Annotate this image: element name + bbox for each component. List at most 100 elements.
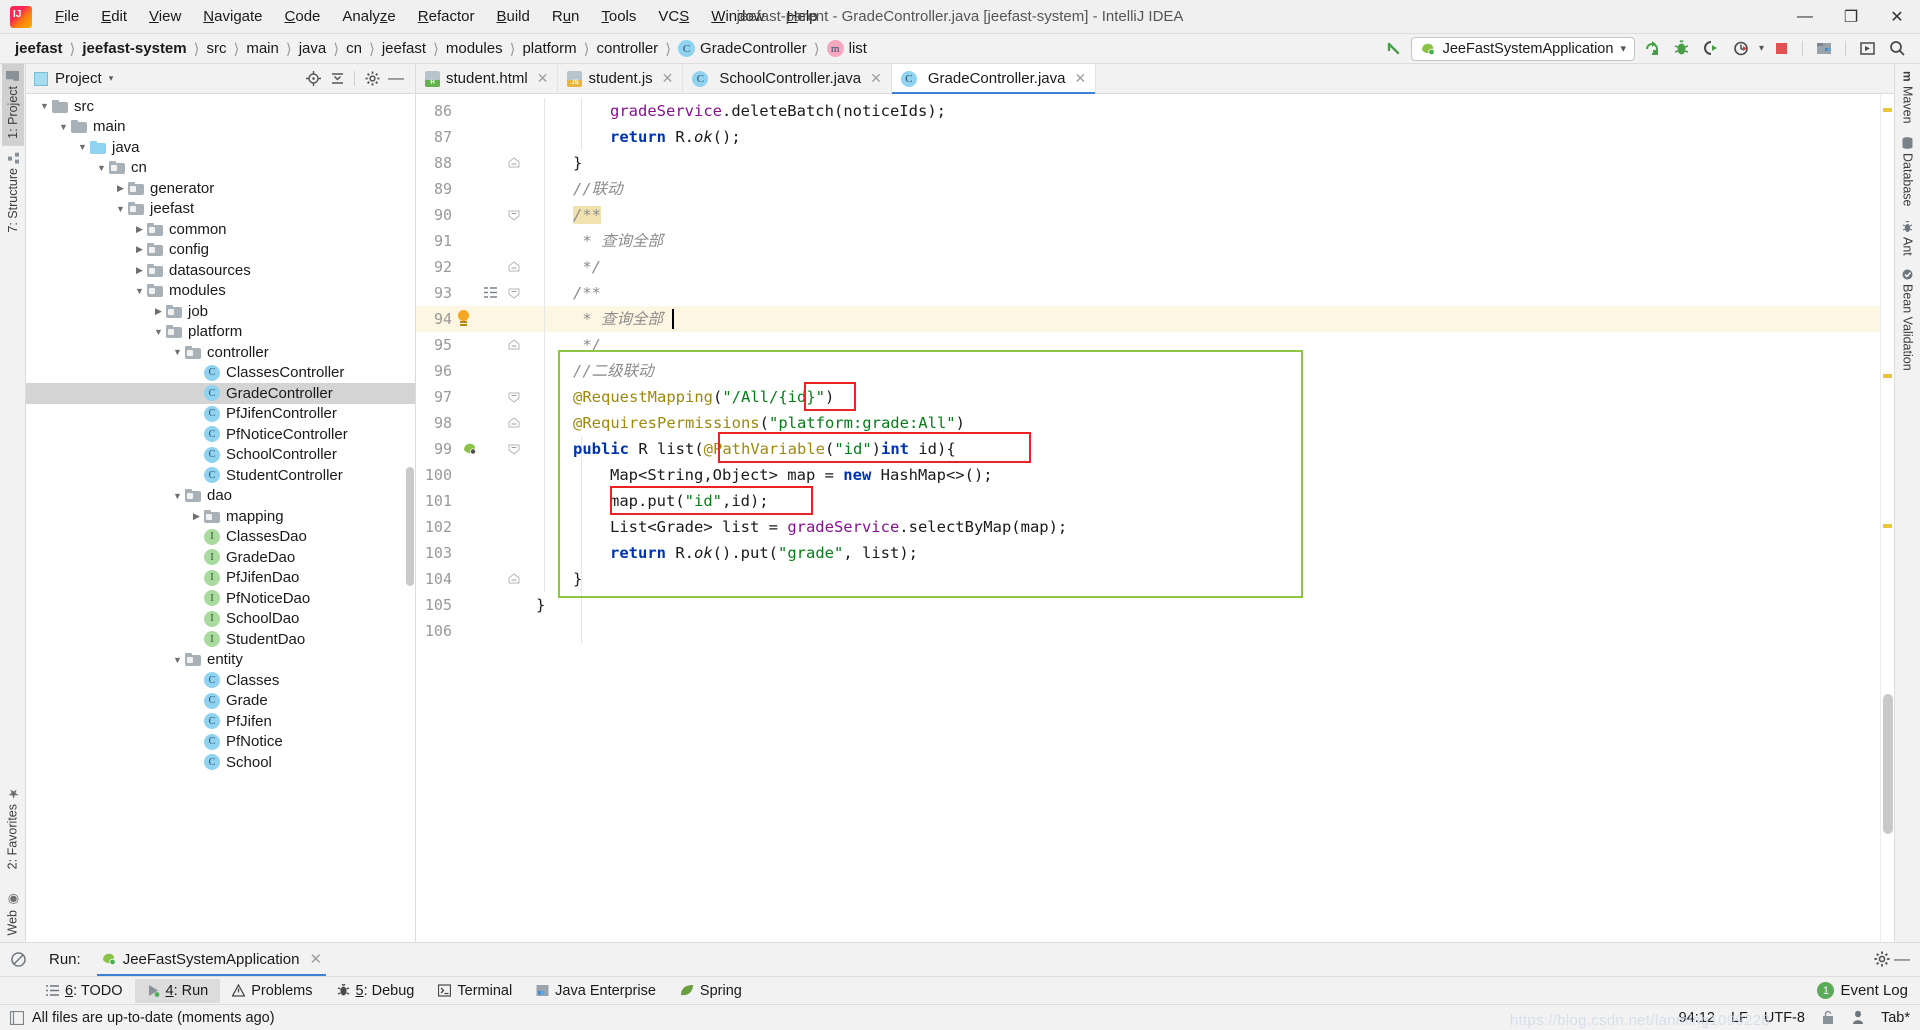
sidebar-item-web[interactable]: Web ◉ bbox=[1, 877, 24, 942]
tab-student-html[interactable]: H student.html ✕ bbox=[416, 64, 558, 93]
tree-item-classesdao[interactable]: IClassesDao bbox=[26, 527, 415, 548]
run-configuration-selector[interactable]: JeeFastSystemApplication ▾ bbox=[1411, 37, 1635, 61]
sidebar-item-structure[interactable]: 7: Structure bbox=[2, 146, 24, 240]
code-line-101[interactable]: map.put("id",id); bbox=[610, 488, 769, 514]
tree-item-studentdao[interactable]: IStudentDao bbox=[26, 629, 415, 650]
breadcrumb-item-jeefast[interactable]: jeefast bbox=[12, 40, 66, 57]
tree-item-schoolcontroller[interactable]: CSchoolController bbox=[26, 445, 415, 466]
code-editor[interactable]: 8687888990919293949596979899100101102103… bbox=[416, 94, 1894, 942]
menu-window[interactable]: Window bbox=[700, 4, 775, 29]
bottom-tab-spring[interactable]: Spring bbox=[668, 979, 754, 1003]
tree-item-datasources[interactable]: ▶datasources bbox=[26, 260, 415, 281]
sidebar-item-favorites[interactable]: 2: Favorites ★ bbox=[1, 778, 24, 876]
bottom-tab-problems[interactable]: Problems bbox=[220, 979, 324, 1003]
tree-item-src[interactable]: ▼src bbox=[26, 96, 415, 117]
code-line-93[interactable]: /** bbox=[573, 280, 601, 306]
locate-icon[interactable] bbox=[302, 68, 324, 90]
bottom-tab-debug[interactable]: 5: Debug bbox=[325, 979, 427, 1003]
stop-icon[interactable] bbox=[1768, 37, 1794, 61]
tab-schoolcontroller-java[interactable]: C SchoolController.java ✕ bbox=[683, 64, 891, 93]
tree-item-cn[interactable]: ▼cn bbox=[26, 158, 415, 179]
fold-end-icon[interactable] bbox=[508, 261, 520, 273]
tree-item-pfjifendao[interactable]: IPfJifenDao bbox=[26, 568, 415, 589]
chevron-down-icon[interactable]: ▼ bbox=[132, 286, 147, 296]
chevron-right-icon[interactable]: ▶ bbox=[132, 244, 147, 255]
menu-navigate[interactable]: Navigate bbox=[192, 4, 273, 29]
menu-tools[interactable]: Tools bbox=[590, 4, 647, 29]
close-icon[interactable]: ✕ bbox=[537, 70, 549, 87]
back-arrow-icon[interactable] bbox=[1381, 37, 1407, 61]
chevron-down-icon[interactable]: ▼ bbox=[56, 122, 71, 132]
chevron-down-icon[interactable]: ▼ bbox=[37, 101, 52, 111]
editor-code-column[interactable]: gradeService.deleteBatch(noticeIds);retu… bbox=[526, 94, 1880, 942]
chevron-right-icon[interactable]: ▶ bbox=[132, 224, 147, 235]
project-structure-icon[interactable] bbox=[1811, 37, 1837, 61]
chevron-right-icon[interactable]: ▶ bbox=[113, 183, 128, 194]
run-with-coverage-icon[interactable] bbox=[1699, 37, 1725, 61]
code-line-90[interactable]: /** bbox=[573, 202, 601, 228]
breadcrumb-item-java[interactable]: java bbox=[296, 40, 330, 57]
tree-item-pfjifen[interactable]: CPfJifen bbox=[26, 711, 415, 732]
indent-setting[interactable]: Tab* bbox=[1881, 1010, 1910, 1026]
fold-end-icon[interactable] bbox=[508, 417, 520, 429]
code-line-91[interactable]: * 查询全部 bbox=[573, 228, 663, 254]
chevron-down-icon[interactable]: ▼ bbox=[170, 655, 185, 665]
chevron-down-icon[interactable]: ▼ bbox=[113, 204, 128, 214]
fold-end-icon[interactable] bbox=[508, 157, 520, 169]
code-line-97[interactable]: @RequestMapping("/All/{id}") bbox=[573, 384, 834, 410]
code-line-102[interactable]: List<Grade> list = gradeService.selectBy… bbox=[610, 514, 1067, 540]
code-line-89[interactable]: //联动 bbox=[573, 176, 623, 202]
chevron-down-icon[interactable]: ▼ bbox=[75, 142, 90, 152]
tree-item-dao[interactable]: ▼dao bbox=[26, 486, 415, 507]
settings-gear-icon[interactable] bbox=[1874, 951, 1890, 969]
tree-item-entity[interactable]: ▼entity bbox=[26, 650, 415, 671]
project-tree[interactable]: ▼src▼main▼java▼cn▶generator▼jeefast▶comm… bbox=[26, 94, 415, 942]
menu-run[interactable]: Run bbox=[541, 4, 591, 29]
settings-gear-icon[interactable] bbox=[361, 68, 383, 90]
breadcrumb-item-src[interactable]: src bbox=[203, 40, 229, 57]
sidebar-item-ant[interactable]: Ant bbox=[1897, 214, 1919, 263]
hide-panel-icon[interactable]: — bbox=[385, 68, 407, 90]
code-line-95[interactable]: */ bbox=[573, 332, 601, 358]
event-log-button[interactable]: Event Log bbox=[1840, 982, 1908, 999]
tree-item-job[interactable]: ▶job bbox=[26, 301, 415, 322]
chevron-right-icon[interactable]: ▶ bbox=[151, 306, 166, 317]
tree-item-common[interactable]: ▶common bbox=[26, 219, 415, 240]
tree-item-pfnoticecontroller[interactable]: CPfNoticeController bbox=[26, 424, 415, 445]
bottom-tab-run[interactable]: 4: Run bbox=[135, 979, 221, 1003]
tree-item-generator[interactable]: ▶generator bbox=[26, 178, 415, 199]
file-encoding[interactable]: UTF-8 bbox=[1764, 1010, 1805, 1026]
breadcrumb-item-main[interactable]: main bbox=[243, 40, 282, 57]
tree-item-mapping[interactable]: ▶mapping bbox=[26, 506, 415, 527]
fold-end-icon[interactable] bbox=[508, 573, 520, 585]
chevron-down-icon[interactable]: ▾ bbox=[1620, 42, 1626, 55]
breadcrumb-item-jeefast-system[interactable]: jeefast-system bbox=[79, 40, 189, 57]
rerun-icon[interactable] bbox=[1639, 37, 1665, 61]
tree-item-grade[interactable]: CGrade bbox=[26, 691, 415, 712]
bottom-tab-terminal[interactable]: Terminal bbox=[426, 979, 524, 1003]
close-icon[interactable]: ✕ bbox=[870, 70, 882, 87]
fold-end-icon[interactable] bbox=[508, 339, 520, 351]
tree-item-pfnotice[interactable]: CPfNotice bbox=[26, 732, 415, 753]
close-icon[interactable]: ✕ bbox=[309, 950, 322, 968]
chevron-down-icon[interactable]: ▾ bbox=[109, 73, 114, 84]
collapse-all-icon[interactable] bbox=[326, 68, 348, 90]
close-icon[interactable]: ✕ bbox=[1074, 70, 1086, 87]
run-stop-icon[interactable] bbox=[10, 951, 27, 968]
tree-item-java[interactable]: ▼java bbox=[26, 137, 415, 158]
tree-item-pfjifencontroller[interactable]: CPfJifenController bbox=[26, 404, 415, 425]
spring-mapping-gutter-icon[interactable] bbox=[462, 441, 478, 457]
code-line-100[interactable]: Map<String,Object> map = new HashMap<>()… bbox=[610, 462, 993, 488]
breadcrumb-item-cn[interactable]: cn bbox=[343, 40, 365, 57]
chevron-right-icon[interactable]: ▶ bbox=[132, 265, 147, 276]
chevron-down-icon[interactable]: ▼ bbox=[170, 491, 185, 501]
breadcrumb-item-gradecontroller[interactable]: C GradeController bbox=[675, 40, 810, 57]
debug-icon[interactable] bbox=[1669, 37, 1695, 61]
code-line-105[interactable]: } bbox=[536, 592, 545, 618]
fold-start-icon[interactable] bbox=[508, 443, 520, 455]
tree-item-school[interactable]: CSchool bbox=[26, 752, 415, 773]
code-line-87[interactable]: return R.ok(); bbox=[610, 124, 741, 150]
fold-start-icon[interactable] bbox=[508, 391, 520, 403]
intention-bulb-icon[interactable] bbox=[456, 310, 470, 327]
profile-icon[interactable] bbox=[1729, 37, 1755, 61]
